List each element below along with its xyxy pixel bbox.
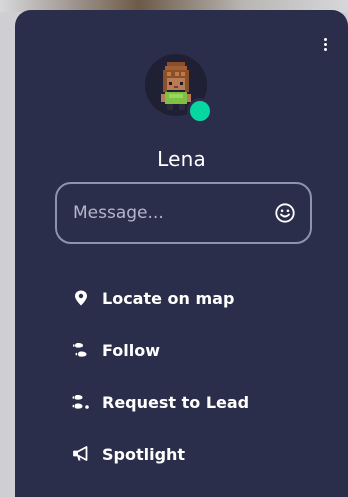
player-profile-panel: Lena Locate on map: [15, 10, 348, 497]
follow-button[interactable]: Follow: [71, 324, 321, 376]
menu-item-label: Locate on map: [102, 288, 235, 308]
megaphone-icon: [71, 444, 91, 464]
menu-item-label: Request to Lead: [102, 392, 250, 412]
footsteps-icon: [71, 340, 91, 360]
online-status-indicator: [187, 98, 213, 124]
locate-on-map-button[interactable]: Locate on map: [71, 272, 321, 324]
more-options-icon[interactable]: [320, 36, 330, 54]
message-box: [55, 182, 312, 244]
footsteps-lead-icon: [71, 392, 91, 412]
player-actions-menu: Locate on map Follow Request to Lead Spo…: [71, 272, 321, 480]
menu-item-label: Follow: [102, 340, 161, 360]
message-input[interactable]: [73, 203, 274, 223]
menu-item-label: Spotlight: [102, 444, 186, 464]
smiley-icon[interactable]: [274, 202, 296, 224]
player-name: Lena: [157, 147, 206, 171]
request-to-lead-button[interactable]: Request to Lead: [71, 376, 321, 428]
map-pin-icon: [71, 288, 91, 308]
spotlight-button[interactable]: Spotlight: [71, 428, 321, 480]
